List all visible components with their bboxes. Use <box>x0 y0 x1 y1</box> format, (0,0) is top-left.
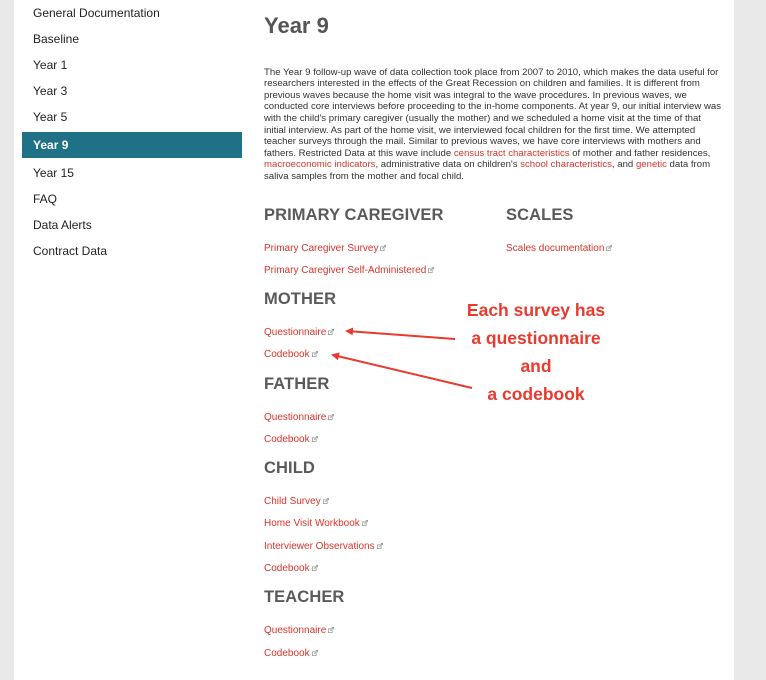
sidebar-item-year-9[interactable]: Year 9 <box>22 132 242 158</box>
sidebar-item-year-3[interactable]: Year 3 <box>22 78 242 104</box>
section-title-father: FATHER <box>264 375 330 393</box>
home-visit-workbook-link[interactable]: Home Visit Workbook <box>264 518 368 529</box>
link-label: Codebook <box>264 349 310 360</box>
sidebar-item-baseline[interactable]: Baseline <box>22 26 242 52</box>
link-label: Child Survey <box>264 496 321 507</box>
interviewer-observations-link[interactable]: Interviewer Observations <box>264 541 383 552</box>
external-link-icon <box>380 245 387 251</box>
link-label: Questionnaire <box>264 327 327 338</box>
section-title-mother: MOTHER <box>264 290 337 308</box>
sidebar-item-data-alerts[interactable]: Data Alerts <box>22 212 242 238</box>
sidebar-item-faq[interactable]: FAQ <box>22 186 242 212</box>
link-label: Questionnaire <box>264 412 327 423</box>
page-title: Year 9 <box>264 13 329 38</box>
external-link-icon <box>328 627 335 633</box>
external-link-icon <box>311 650 318 656</box>
annotation-line-4: a codebook <box>487 384 585 404</box>
link-label: Interviewer Observations <box>264 541 375 552</box>
sidebar-item-year-15[interactable]: Year 15 <box>22 160 242 186</box>
intro-text-1: The Year 9 follow-up wave of data collec… <box>264 66 722 159</box>
link-label: Home Visit Workbook <box>264 518 360 529</box>
intro-paragraph: The Year 9 follow-up wave of data collec… <box>264 67 724 183</box>
link-label: Scales documentation <box>506 243 605 254</box>
external-link-icon <box>328 414 335 420</box>
school-characteristics-link[interactable]: school characteristics <box>520 159 612 170</box>
link-label: Primary Caregiver Self-Administered <box>264 265 427 276</box>
genetic-link[interactable]: genetic <box>636 159 667 170</box>
external-link-icon <box>311 351 318 357</box>
sidebar-item-year-1[interactable]: Year 1 <box>22 52 242 78</box>
external-link-icon <box>361 520 368 526</box>
teacher-codebook-link[interactable]: Codebook <box>264 648 318 659</box>
father-codebook-link[interactable]: Codebook <box>264 434 318 445</box>
external-link-icon <box>428 267 435 273</box>
link-label: Questionnaire <box>264 625 327 636</box>
intro-text-3: , administrative data on children's <box>375 159 521 171</box>
primary-caregiver-self-administered-link[interactable]: Primary Caregiver Self-Administered <box>264 265 435 276</box>
external-link-icon <box>328 329 335 335</box>
external-link-icon <box>606 245 613 251</box>
scales-documentation-link[interactable]: Scales documentation <box>506 243 613 254</box>
mother-questionnaire-link[interactable]: Questionnaire <box>264 327 335 338</box>
macroeconomic-indicators-link[interactable]: macroeconomic indicators <box>264 159 375 170</box>
external-link-icon <box>322 498 329 504</box>
section-title-scales: SCALES <box>506 206 574 224</box>
sidebar-item-contract-data[interactable]: Contract Data <box>22 238 242 264</box>
annotation-line-2: a questionnaire <box>471 328 601 348</box>
intro-text-4: , and <box>611 159 636 171</box>
census-tract-link[interactable]: census tract characteristics <box>454 148 570 159</box>
annotation-callout: Each survey has a questionnaire and a co… <box>448 296 624 408</box>
sidebar-item-year-5[interactable]: Year 5 <box>22 104 242 130</box>
link-label: Codebook <box>264 648 310 659</box>
teacher-questionnaire-link[interactable]: Questionnaire <box>264 625 335 636</box>
link-label: Primary Caregiver Survey <box>264 243 379 254</box>
link-label: Codebook <box>264 563 310 574</box>
sidebar-item-general-documentation[interactable]: General Documentation <box>22 0 242 26</box>
external-link-icon <box>376 543 383 549</box>
primary-caregiver-survey-link[interactable]: Primary Caregiver Survey <box>264 243 387 254</box>
section-title-child: CHILD <box>264 459 315 477</box>
link-label: Codebook <box>264 434 310 445</box>
section-title-teacher: TEACHER <box>264 588 345 606</box>
section-title-primary-caregiver: PRIMARY CAREGIVER <box>264 206 444 224</box>
child-survey-link[interactable]: Child Survey <box>264 496 329 507</box>
external-link-icon <box>311 436 318 442</box>
annotation-line-1: Each survey has <box>466 300 606 320</box>
intro-text-2: of mother and father residences, <box>569 147 711 159</box>
annotation-line-3: and <box>520 356 552 376</box>
father-questionnaire-link[interactable]: Questionnaire <box>264 412 335 423</box>
mother-codebook-link[interactable]: Codebook <box>264 349 318 360</box>
sidebar-nav: General Documentation Baseline Year 1 Ye… <box>22 0 242 264</box>
external-link-icon <box>311 565 318 571</box>
child-codebook-link[interactable]: Codebook <box>264 563 318 574</box>
